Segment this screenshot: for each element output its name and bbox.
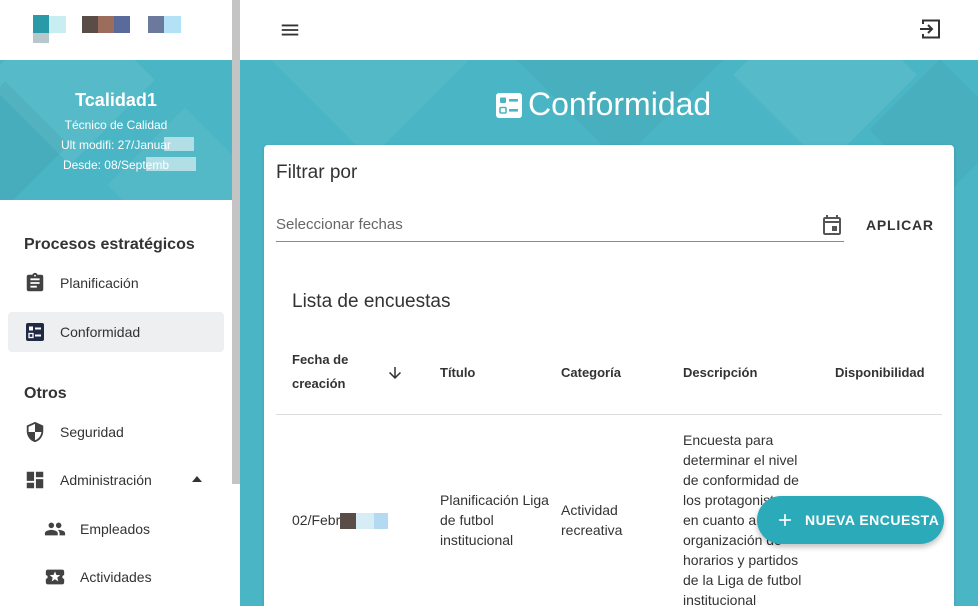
section-otros: Otros bbox=[24, 385, 67, 402]
logout-button[interactable] bbox=[916, 15, 944, 43]
page-title-text: Conformidad bbox=[528, 86, 712, 122]
clipboard-icon bbox=[24, 272, 46, 294]
apply-button[interactable]: APLICAR bbox=[858, 211, 942, 239]
menu-button[interactable] bbox=[276, 16, 304, 44]
table-cell-category: Actividad recreativa bbox=[561, 502, 623, 538]
table-cell-title: Planificación Liga de futbol institucion… bbox=[440, 492, 549, 548]
user-last-modified: Ult modifi: 27/Januar bbox=[60, 138, 172, 152]
sidebar-item-seguridad[interactable]: Seguridad bbox=[8, 412, 224, 452]
table-cell-date: 02/Febr bbox=[292, 510, 389, 530]
checklist-icon bbox=[24, 321, 46, 343]
logout-icon bbox=[920, 19, 940, 39]
sidebar-item-actividades[interactable]: Actividades bbox=[8, 557, 224, 597]
column-header-availability[interactable]: Disponibilidad bbox=[835, 361, 925, 385]
new-survey-button[interactable]: NUEVA ENCUESTA bbox=[757, 496, 944, 544]
logo bbox=[0, 0, 240, 60]
sidebar-item-label: Empleados bbox=[80, 521, 151, 537]
column-header-category[interactable]: Categoría bbox=[561, 361, 621, 385]
dashboard-icon bbox=[24, 469, 46, 491]
sidebar-scrollbar[interactable] bbox=[232, 0, 240, 484]
date-range-input[interactable]: Seleccionar fechas bbox=[276, 209, 844, 242]
sidebar-item-planificacion[interactable]: Planificación bbox=[8, 263, 224, 303]
calendar-icon[interactable] bbox=[820, 213, 844, 237]
new-survey-label: NUEVA ENCUESTA bbox=[805, 512, 940, 528]
user-panel: Tcalidad1 Técnico de Calidad Ult modifi:… bbox=[0, 60, 240, 200]
plus-icon bbox=[775, 510, 795, 530]
date-range-placeholder: Seleccionar fechas bbox=[276, 216, 403, 233]
page-title: Conformidad bbox=[494, 86, 711, 123]
arrow-down-icon[interactable] bbox=[386, 364, 404, 382]
sidebar-item-administracion[interactable]: Administración bbox=[8, 460, 224, 500]
top-bar bbox=[240, 0, 978, 60]
people-icon bbox=[44, 518, 66, 540]
filter-title: Filtrar por bbox=[276, 162, 358, 183]
table-header-divider bbox=[276, 414, 942, 415]
shield-icon bbox=[24, 421, 46, 443]
sidebar-item-label: Administración bbox=[60, 472, 152, 488]
ticket-star-icon bbox=[44, 566, 66, 588]
list-title: Lista de encuestas bbox=[292, 291, 451, 312]
sidebar-item-empleados[interactable]: Empleados bbox=[8, 509, 224, 549]
sidebar-item-label: Actividades bbox=[80, 569, 152, 585]
column-header-date[interactable]: Fecha de creación bbox=[292, 348, 362, 396]
row-date: 02/Febr bbox=[292, 512, 341, 528]
column-header-title[interactable]: Título bbox=[440, 361, 475, 385]
caret-up-icon bbox=[192, 476, 202, 482]
sidebar-item-conformidad[interactable]: Conformidad bbox=[8, 312, 224, 352]
redacted-date bbox=[340, 513, 357, 530]
sidebar-item-label: Conformidad bbox=[60, 324, 141, 340]
sidebar-item-label: Seguridad bbox=[60, 424, 124, 440]
checklist-icon bbox=[494, 90, 524, 120]
user-role: Técnico de Calidad bbox=[64, 118, 168, 132]
sidebar: Tcalidad1 Técnico de Calidad Ult modifi:… bbox=[0, 0, 240, 606]
user-since: Desde: 08/Septemb bbox=[62, 158, 170, 172]
column-header-description[interactable]: Descripción bbox=[683, 361, 757, 385]
hamburger-icon bbox=[281, 24, 299, 36]
user-name: Tcalidad1 bbox=[75, 90, 157, 110]
sidebar-item-label: Planificación bbox=[60, 275, 139, 291]
section-procesos-estrategicos: Procesos estratégicos bbox=[24, 236, 195, 253]
